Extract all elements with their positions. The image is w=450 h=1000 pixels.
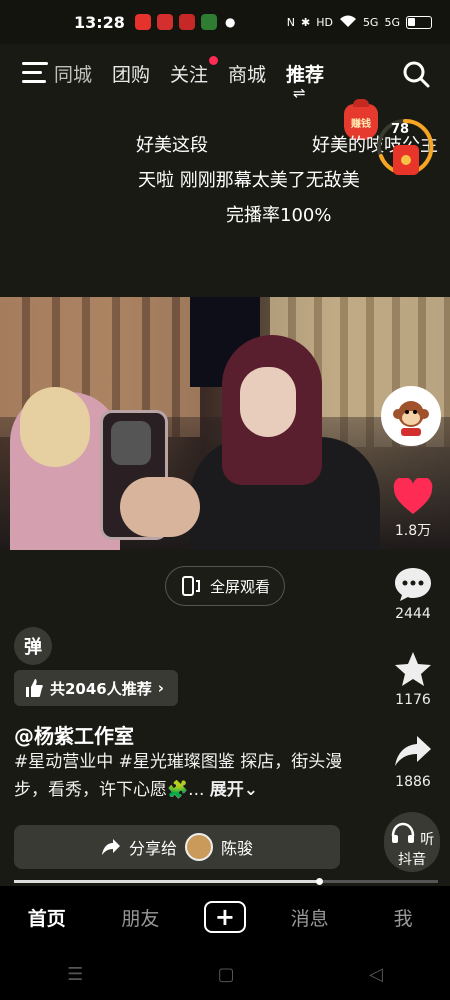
nav-friends[interactable]: 朋友 [110, 904, 170, 931]
more-notifications-icon: ● [224, 15, 236, 29]
share-button[interactable]: 1886 [383, 734, 443, 790]
search-icon[interactable] [402, 60, 430, 88]
recent-apps-icon[interactable]: ☰ [67, 964, 83, 985]
home-square-icon[interactable]: ▢ [218, 964, 235, 985]
bottom-nav: 首页 朋友 + 消息 我 [0, 886, 450, 948]
pay-app-icon [200, 14, 217, 30]
danmaku-toggle-label: 弹 [24, 637, 42, 658]
star-icon [395, 652, 431, 686]
news-app-icon [156, 14, 173, 30]
video-scene-person-hair [20, 387, 90, 467]
share-count: 1886 [395, 774, 431, 790]
fullscreen-button[interactable]: 全屏观看 [165, 566, 285, 606]
like-count: 1.8万 [394, 523, 432, 539]
nav-messages[interactable]: 消息 [280, 904, 340, 931]
share-target-name: 陈骏 [221, 839, 254, 858]
status-bar: 13:28 ● N ✱ HD 5G 5G [0, 0, 450, 44]
favorite-button[interactable]: 1176 [383, 650, 443, 708]
danmaku-comment: 天啦 刚刚那幕太美了无敌美 [138, 170, 360, 191]
caption-text: #星动营业中 #星光璀璨图鉴 探店，街头漫步，看秀，许下心愿🧩... [14, 752, 343, 800]
danmaku-toggle-button[interactable]: 弹 [14, 627, 52, 665]
expand-button[interactable]: 展开⌄ [210, 780, 258, 800]
monkey-avatar-icon [393, 401, 429, 436]
heart-icon [393, 478, 433, 514]
share-arrow-small-icon [101, 839, 120, 855]
switch-arrows-icon: ⇌ [293, 84, 306, 102]
video-scene-subject-face [240, 367, 296, 437]
notification-icons [134, 14, 217, 30]
add-post-button[interactable]: + [203, 901, 246, 933]
nav-home[interactable]: 首页 [17, 904, 77, 931]
progress-knob[interactable] [316, 878, 324, 885]
comment-icon [395, 568, 431, 601]
progress-fill [14, 880, 320, 883]
timer-count: 78 [391, 122, 410, 137]
weibo-icon [134, 14, 151, 30]
danmaku-comment: 完播率100% [226, 205, 332, 226]
author-name[interactable]: @杨紫工作室 [14, 720, 134, 749]
post-caption: #星动营业中 #星光璀璨图鉴 探店，街头漫步，看秀，许下心愿🧩... 展开⌄ [14, 748, 344, 804]
chevron-right-icon: › [157, 679, 164, 697]
signal-icon-1: 5G [362, 15, 379, 29]
wifi-icon [339, 14, 357, 31]
earn-money-label: 赚钱 [351, 118, 371, 130]
system-status-icons: N ✱ HD 5G 5G [287, 14, 432, 31]
recommend-count-pill[interactable]: 共2046人推荐 › [14, 670, 178, 706]
share-label: 分享给 [128, 839, 177, 858]
bank-app-icon [178, 14, 195, 30]
comment-count: 2444 [395, 606, 431, 622]
menu-icon[interactable] [22, 62, 48, 84]
headphones-icon [391, 822, 415, 843]
comment-button[interactable]: 2444 [383, 566, 443, 622]
nfc-icon: N [286, 15, 295, 29]
tab-recommend[interactable]: 推荐 [286, 60, 324, 87]
share-to-friend-bar[interactable]: 分享给 陈骏 [14, 825, 340, 869]
status-time: 13:28 [74, 12, 125, 32]
share-arrow-icon [395, 736, 431, 766]
chevron-down-icon: ⌄ [243, 780, 259, 800]
rotate-screen-icon [181, 576, 200, 596]
tab-mall[interactable]: 商城 [228, 60, 266, 87]
notification-badge [209, 56, 219, 65]
thumbs-up-icon [26, 679, 43, 697]
recommend-count-label: 共2046人推荐 [50, 679, 152, 698]
tab-following-label: 关注 [170, 64, 209, 86]
hd-icon: HD [316, 15, 333, 29]
favorite-count: 1176 [395, 692, 431, 708]
danmaku-comment: 好美这段 [136, 135, 208, 156]
video-progress-bar[interactable] [14, 878, 438, 885]
nav-me[interactable]: 我 [373, 904, 433, 931]
signal-icon-2: 5G [384, 15, 400, 29]
tab-local[interactable]: 同城 [50, 60, 92, 87]
system-nav-bar: ☰ ▢ ◁ [0, 948, 450, 1000]
video-scene-hand [120, 477, 200, 537]
friend-avatar [185, 833, 213, 861]
battery-icon [406, 15, 432, 29]
tab-following[interactable]: 关注 [170, 56, 219, 87]
creator-avatar[interactable] [381, 386, 441, 446]
feed-tabs: 同城 团购 关注 商城 推荐 [50, 56, 324, 87]
tab-group-buy[interactable]: 团购 [112, 60, 150, 87]
expand-label: 展开 [209, 780, 244, 800]
back-triangle-icon[interactable]: ◁ [369, 964, 383, 985]
listen-douyin-button[interactable]: 听抖音 [384, 812, 440, 872]
top-nav: 同城 团购 关注 商城 推荐 赚钱 [0, 48, 450, 140]
fullscreen-label: 全屏观看 [209, 577, 270, 596]
red-packet-icon[interactable] [393, 145, 419, 175]
bluetooth-icon: ✱ [300, 15, 311, 29]
like-button[interactable]: 1.8万 [383, 478, 443, 540]
